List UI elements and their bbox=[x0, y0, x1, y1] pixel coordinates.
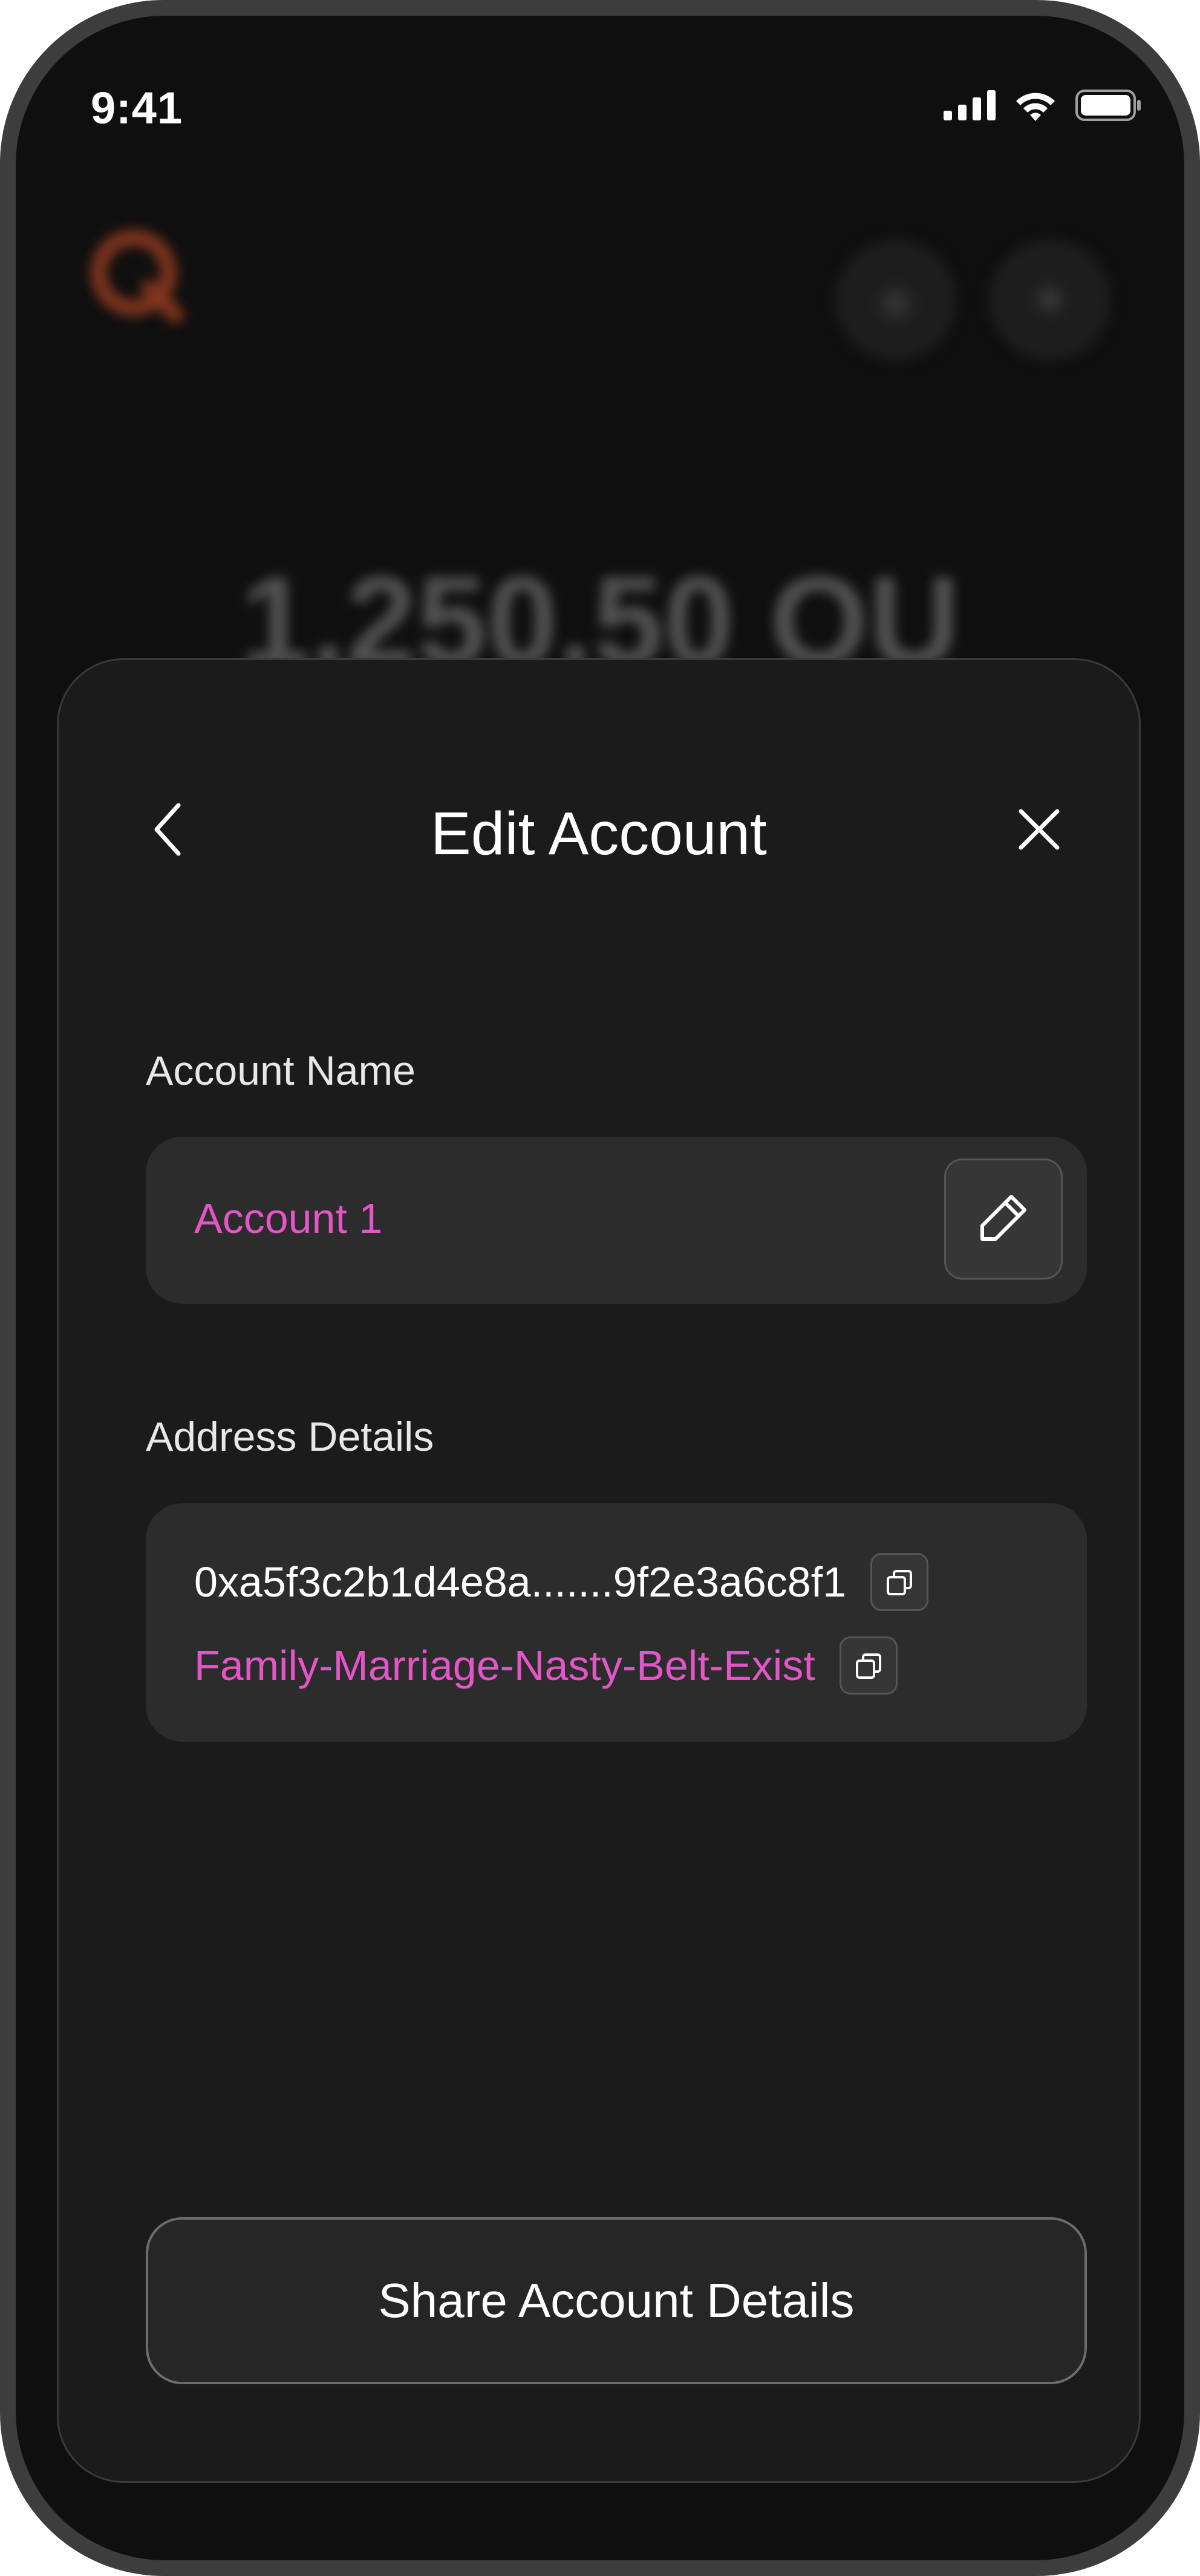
account-phrase: Family-Marriage-Nasty-Belt-Exist bbox=[194, 1642, 815, 1689]
edit-account-sheet: Edit Account Account Name Account 1 Addr… bbox=[57, 658, 1141, 2483]
phrase-row: Family-Marriage-Nasty-Belt-Exist bbox=[194, 1636, 898, 1695]
close-button[interactable] bbox=[1006, 794, 1072, 867]
copy-address-button[interactable] bbox=[870, 1553, 929, 1611]
gear-icon: ✹ bbox=[990, 240, 1110, 361]
copy-phrase-button[interactable] bbox=[839, 1636, 898, 1695]
phone-frame: 9:41 ◉ ✹ 1,250.50 QU Edit Account Accoun… bbox=[0, 0, 1200, 2576]
address-row: 0xa5f3c2b1d4e8a.......9f2e3a6c8f1 bbox=[194, 1553, 929, 1611]
address-details-label: Address Details bbox=[146, 1414, 434, 1460]
pencil-icon bbox=[976, 1191, 1031, 1248]
eye-icon: ◉ bbox=[835, 240, 956, 361]
copy-icon bbox=[855, 1641, 882, 1690]
screen: 9:41 ◉ ✹ 1,250.50 QU Edit Account Accoun… bbox=[16, 16, 1184, 2560]
account-name-value: Account 1 bbox=[194, 1195, 383, 1242]
copy-icon bbox=[885, 1558, 913, 1606]
sheet-header: Edit Account bbox=[59, 781, 1139, 878]
edit-name-button[interactable] bbox=[944, 1159, 1063, 1280]
background-page: ◉ ✹ 1,250.50 QU bbox=[16, 16, 1184, 742]
account-address: 0xa5f3c2b1d4e8a.......9f2e3a6c8f1 bbox=[194, 1558, 847, 1606]
close-icon bbox=[1015, 805, 1063, 857]
account-name-label: Account Name bbox=[146, 1048, 416, 1094]
share-account-details-button[interactable]: Share Account Details bbox=[146, 2217, 1087, 2384]
sheet-title: Edit Account bbox=[431, 800, 767, 868]
account-name-field[interactable]: Account 1 bbox=[146, 1137, 1087, 1304]
address-details-box: 0xa5f3c2b1d4e8a.......9f2e3a6c8f1 Family… bbox=[146, 1503, 1087, 1742]
qubic-logo-icon bbox=[85, 224, 191, 330]
